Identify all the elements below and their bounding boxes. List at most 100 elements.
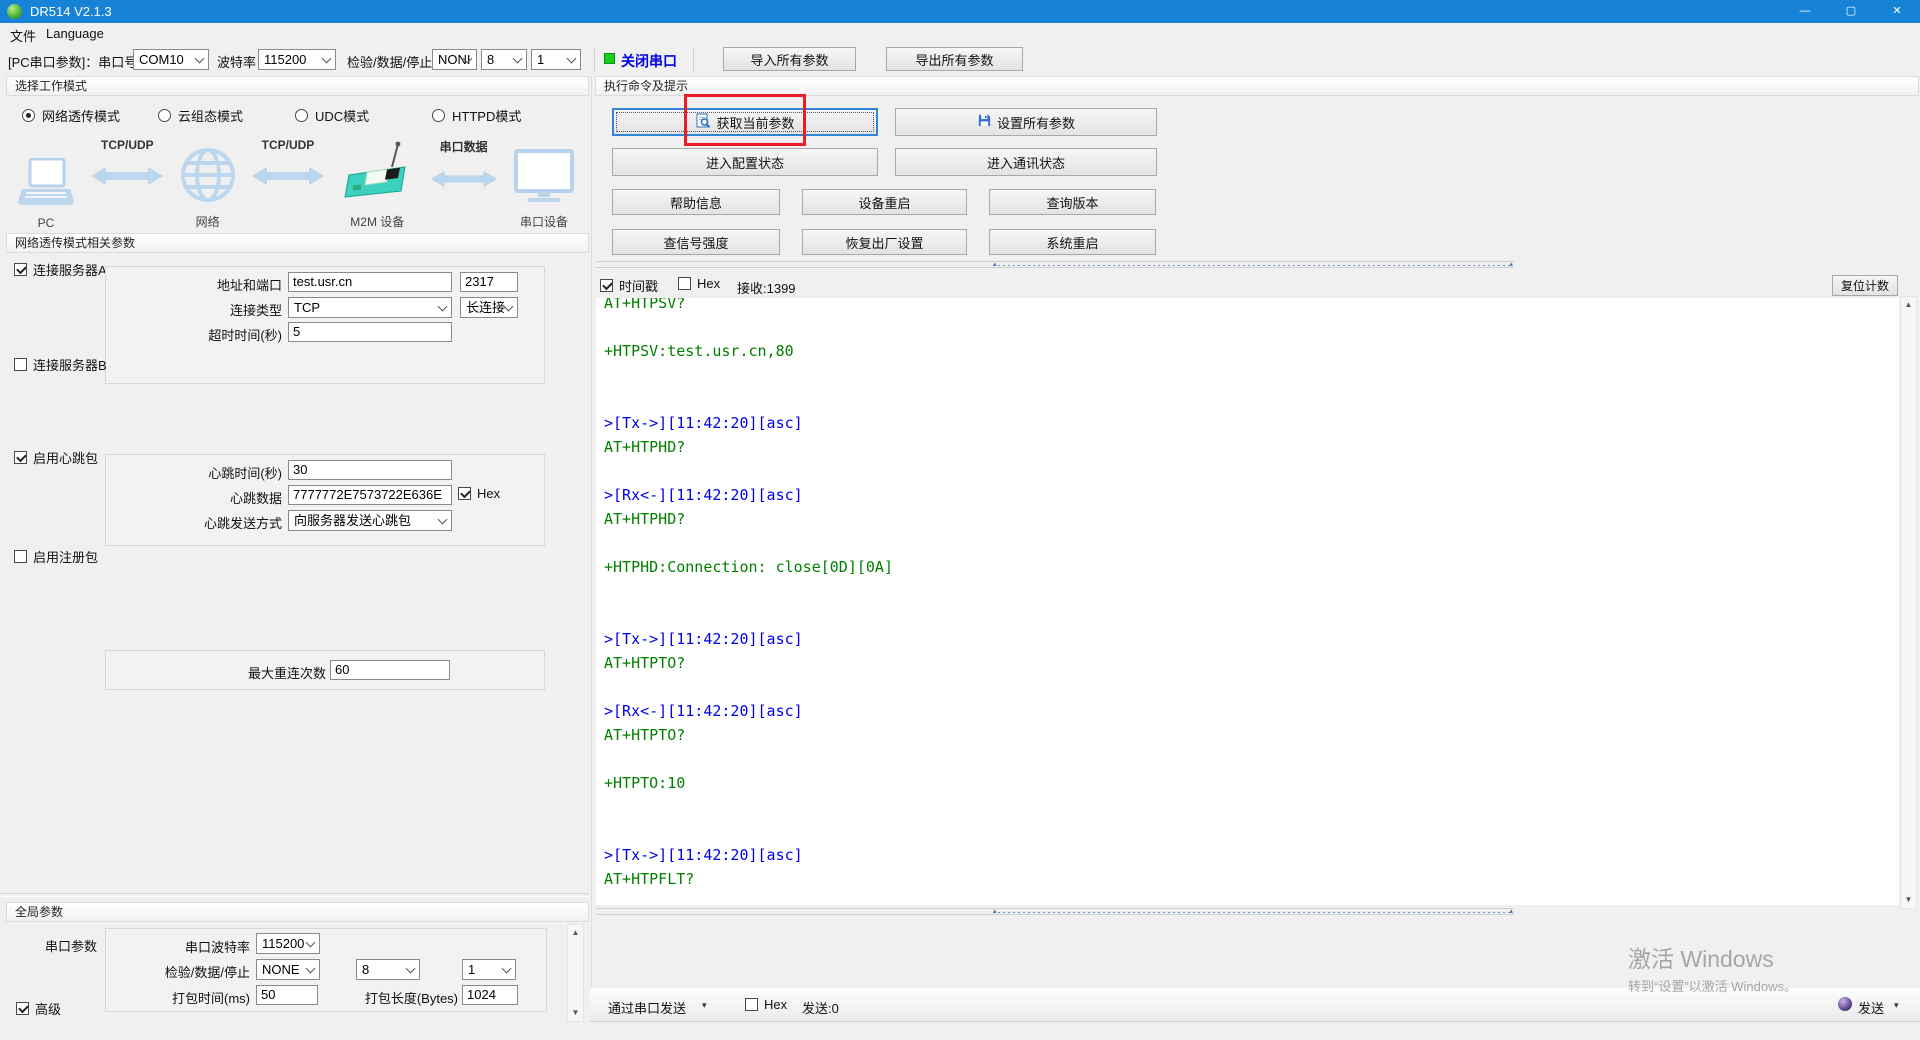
device-reboot-button[interactable]: 设备重启 (802, 189, 967, 215)
global-params-header: 全局参数 (6, 902, 589, 922)
chevron-down-icon (513, 54, 523, 64)
log-line: AT+HTPFLT? (604, 867, 1899, 891)
baud-select[interactable]: 115200 (258, 49, 336, 70)
signal-strength-button[interactable]: 查信号强度 (612, 229, 780, 255)
g-baud-select[interactable]: 115200 (256, 933, 320, 954)
net-params-header: 网络透传模式相关参数 (6, 233, 589, 253)
register-checkbox[interactable]: 启用注册包 (14, 547, 98, 566)
log-hex-checkbox[interactable]: Hex (678, 276, 720, 291)
left-panel-scrollbar[interactable]: ▲ ▼ (567, 924, 584, 1022)
log-line: AT+HTPTO? (604, 651, 1899, 675)
system-reboot-button[interactable]: 系统重启 (989, 229, 1156, 255)
checkbox-label: 高级 (35, 999, 61, 1018)
g-parity-select[interactable]: NONE (256, 959, 320, 980)
advanced-checkbox[interactable]: 高级 (16, 999, 61, 1018)
enter-config-button[interactable]: 进入配置状态 (612, 148, 878, 176)
windows-activation-watermark: 激活 Windows (1628, 940, 1774, 974)
checkbox-icon (16, 1002, 29, 1015)
export-params-button[interactable]: 导出所有参数 (886, 47, 1023, 71)
chevron-down-icon (406, 964, 416, 974)
databits-select[interactable]: 8 (481, 49, 527, 70)
hb-mode-select[interactable]: 向服务器发送心跳包 (288, 510, 452, 531)
log-line: +HTPTO:10 (604, 771, 1899, 795)
scroll-down-icon[interactable]: ▼ (1901, 892, 1916, 908)
minimize-icon: — (1800, 5, 1811, 17)
log-line: AT+HTPTO? (604, 723, 1899, 747)
radio-httpd-mode[interactable]: HTTPD模式 (432, 106, 521, 125)
close-port-button[interactable]: 关闭串口 (621, 51, 677, 71)
server-a-port-input[interactable]: 2317 (460, 272, 518, 292)
enter-comm-button[interactable]: 进入通讯状态 (895, 148, 1157, 176)
app-icon (7, 4, 22, 19)
log-line (604, 747, 1899, 771)
g-stopbits-select[interactable]: 1 (462, 959, 516, 980)
receive-counter: 接收:1399 (737, 278, 796, 297)
server-b-checkbox[interactable]: 连接服务器B (14, 355, 107, 374)
timeout-input[interactable]: 5 (288, 322, 452, 342)
radio-udc-mode[interactable]: UDC模式 (295, 106, 369, 125)
conn-type-select[interactable]: TCP (288, 297, 452, 318)
server-a-checkbox[interactable]: 连接服务器A (14, 260, 107, 279)
hb-hex-checkbox[interactable]: Hex (458, 486, 500, 501)
g-databits-value: 8 (362, 962, 369, 977)
stopbits-select[interactable]: 1 (531, 49, 581, 70)
com-port-select[interactable]: COM10 (133, 49, 209, 70)
import-params-button[interactable]: 导入所有参数 (723, 47, 856, 71)
close-button[interactable]: ✕ (1874, 0, 1920, 23)
scroll-down-icon[interactable]: ▼ (568, 1005, 583, 1021)
maximize-button[interactable]: ▢ (1828, 0, 1874, 23)
log-body[interactable]: AT+HTPSV?+HTPSV:test.usr.cn,80>[Tx->][11… (596, 298, 1899, 905)
menu-file[interactable]: 文件 (6, 26, 40, 45)
log-splitter-top[interactable]: ▴ ▴ (596, 261, 1514, 268)
log-splitter-bottom[interactable]: ▴ ▴ (596, 908, 1514, 915)
parity-data-stop-label: 检验/数据/停止 (347, 52, 432, 71)
splitter-track[interactable]: ▴ ▴ (993, 912, 1513, 913)
server-a-address-input[interactable]: test.usr.cn (288, 272, 452, 292)
monitor-icon (514, 149, 574, 208)
send-button[interactable]: 发送 (1858, 998, 1884, 1017)
help-button[interactable]: 帮助信息 (612, 189, 780, 215)
horizontal-splitter[interactable] (0, 893, 589, 897)
scroll-up-icon[interactable]: ▲ (1901, 297, 1916, 313)
g-databits-select[interactable]: 8 (356, 959, 420, 980)
double-arrow-icon (429, 169, 499, 189)
send-hex-checkbox[interactable]: Hex (745, 997, 787, 1012)
splitter-track[interactable]: ▴ ▴ (993, 265, 1513, 266)
reset-counter-button[interactable]: 复位计数 (1832, 275, 1898, 296)
timestamp-checkbox[interactable]: 时间戳 (600, 276, 658, 295)
title-bar[interactable]: DR514 V2.1.3 — ▢ ✕ (0, 0, 1920, 23)
set-params-button[interactable]: 设置所有参数 (895, 108, 1157, 136)
hb-time-input[interactable]: 30 (288, 460, 452, 480)
pack-len-input[interactable]: 1024 (462, 985, 518, 1005)
checkbox-label: 时间戳 (619, 276, 658, 295)
parity-select[interactable]: NONI (432, 49, 477, 70)
menu-language[interactable]: Language (42, 26, 108, 41)
checkbox-label: Hex (764, 997, 787, 1012)
windows-activation-watermark-sub: 转到“设置”以激活 Windows。 (1628, 976, 1797, 995)
keepalive-select[interactable]: 长连接 (460, 297, 518, 318)
query-version-button[interactable]: 查询版本 (989, 189, 1156, 215)
g-pds-label: 检验/数据/停止 (112, 962, 250, 981)
get-params-button[interactable]: 获取当前参数 (612, 108, 878, 136)
checkbox-label: 连接服务器A (33, 260, 107, 279)
log-line (604, 531, 1899, 555)
reconnect-label: 最大重连次数 (126, 663, 326, 682)
chevron-down-icon[interactable]: ▾ (1894, 1000, 1899, 1011)
minimize-button[interactable]: — (1782, 0, 1828, 23)
send-via-serial-dropdown[interactable]: 通过串口发送 (608, 998, 686, 1017)
hb-data-input[interactable]: 7777772E7573722E636E (288, 485, 452, 505)
factory-reset-button[interactable]: 恢复出厂设置 (802, 229, 967, 255)
chevron-down-icon (306, 964, 316, 974)
button-label: 设置所有参数 (997, 113, 1075, 132)
checkbox-icon (14, 358, 27, 371)
chevron-down-icon (504, 302, 514, 312)
pack-time-input[interactable]: 50 (256, 985, 318, 1005)
log-scrollbar[interactable]: ▲ ▼ (1900, 296, 1917, 909)
radio-net-passthrough[interactable]: 网络透传模式 (22, 106, 120, 125)
chevron-down-icon[interactable]: ▾ (702, 1000, 707, 1011)
heartbeat-checkbox[interactable]: 启用心跳包 (14, 448, 98, 467)
log-line: AT+HTPHD? (604, 435, 1899, 459)
reconnect-input[interactable]: 60 (330, 660, 450, 680)
radio-cloud-mode[interactable]: 云组态模式 (158, 106, 243, 125)
scroll-up-icon[interactable]: ▲ (568, 925, 583, 941)
